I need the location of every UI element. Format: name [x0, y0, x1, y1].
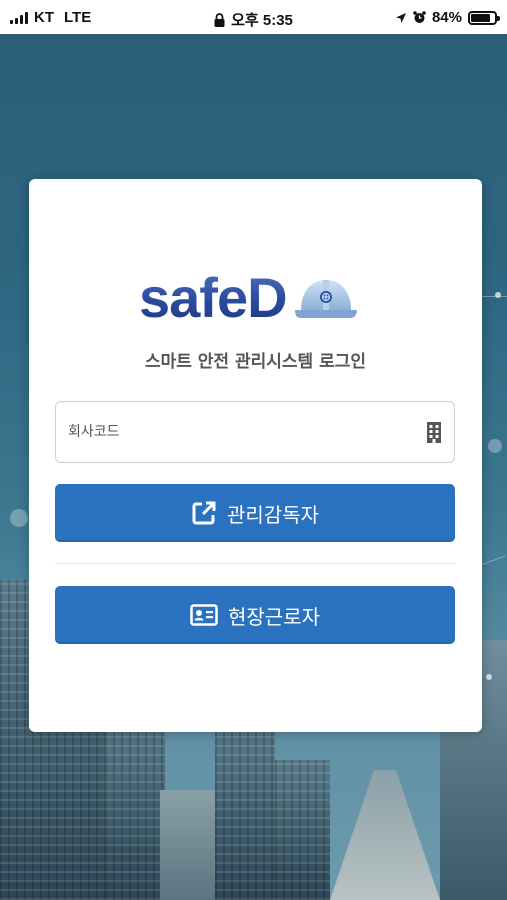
status-right: 84%	[395, 9, 500, 26]
lock-icon	[214, 12, 225, 27]
road	[330, 770, 440, 900]
location-arrow-icon	[395, 12, 406, 23]
building-mid-3	[275, 760, 330, 900]
login-card: safeD 스마트 안전 관리시스템 로그인 회사코드 관리감독자 현장근로자	[29, 179, 482, 732]
clock-label: 오후 5:35	[231, 12, 293, 29]
helmet-icon	[294, 280, 357, 318]
external-link-icon	[192, 501, 216, 525]
battery-fill	[471, 13, 491, 22]
battery-percent: 84%	[431, 9, 462, 26]
alarm-clock-icon	[413, 11, 426, 23]
network-node	[488, 439, 502, 453]
logo: safeD	[139, 270, 359, 326]
building-left-2	[105, 720, 165, 900]
login-subtitle: 스마트 안전 관리시스템 로그인	[144, 352, 367, 372]
company-code-input[interactable]	[56, 402, 416, 462]
worker-button-label: 현장근로자	[228, 604, 320, 629]
company-code-field[interactable]	[55, 401, 455, 463]
network-line	[482, 296, 507, 297]
network-line	[481, 555, 506, 565]
logo-text: safeD	[139, 266, 288, 329]
building-mid	[160, 790, 215, 900]
network-node	[486, 674, 492, 680]
building-mid-2	[215, 730, 275, 900]
manager-login-button[interactable]: 관리감독자	[55, 484, 455, 542]
status-bar: KT LTE 오후 5:35 84%	[0, 0, 507, 34]
battery-icon	[468, 10, 500, 25]
network-node	[495, 292, 501, 298]
building-icon	[427, 422, 441, 443]
id-card-icon	[190, 604, 218, 626]
manager-button-label: 관리감독자	[227, 502, 319, 527]
worker-login-button[interactable]: 현장근로자	[55, 586, 455, 644]
network-node	[10, 509, 28, 527]
divider	[55, 563, 455, 564]
